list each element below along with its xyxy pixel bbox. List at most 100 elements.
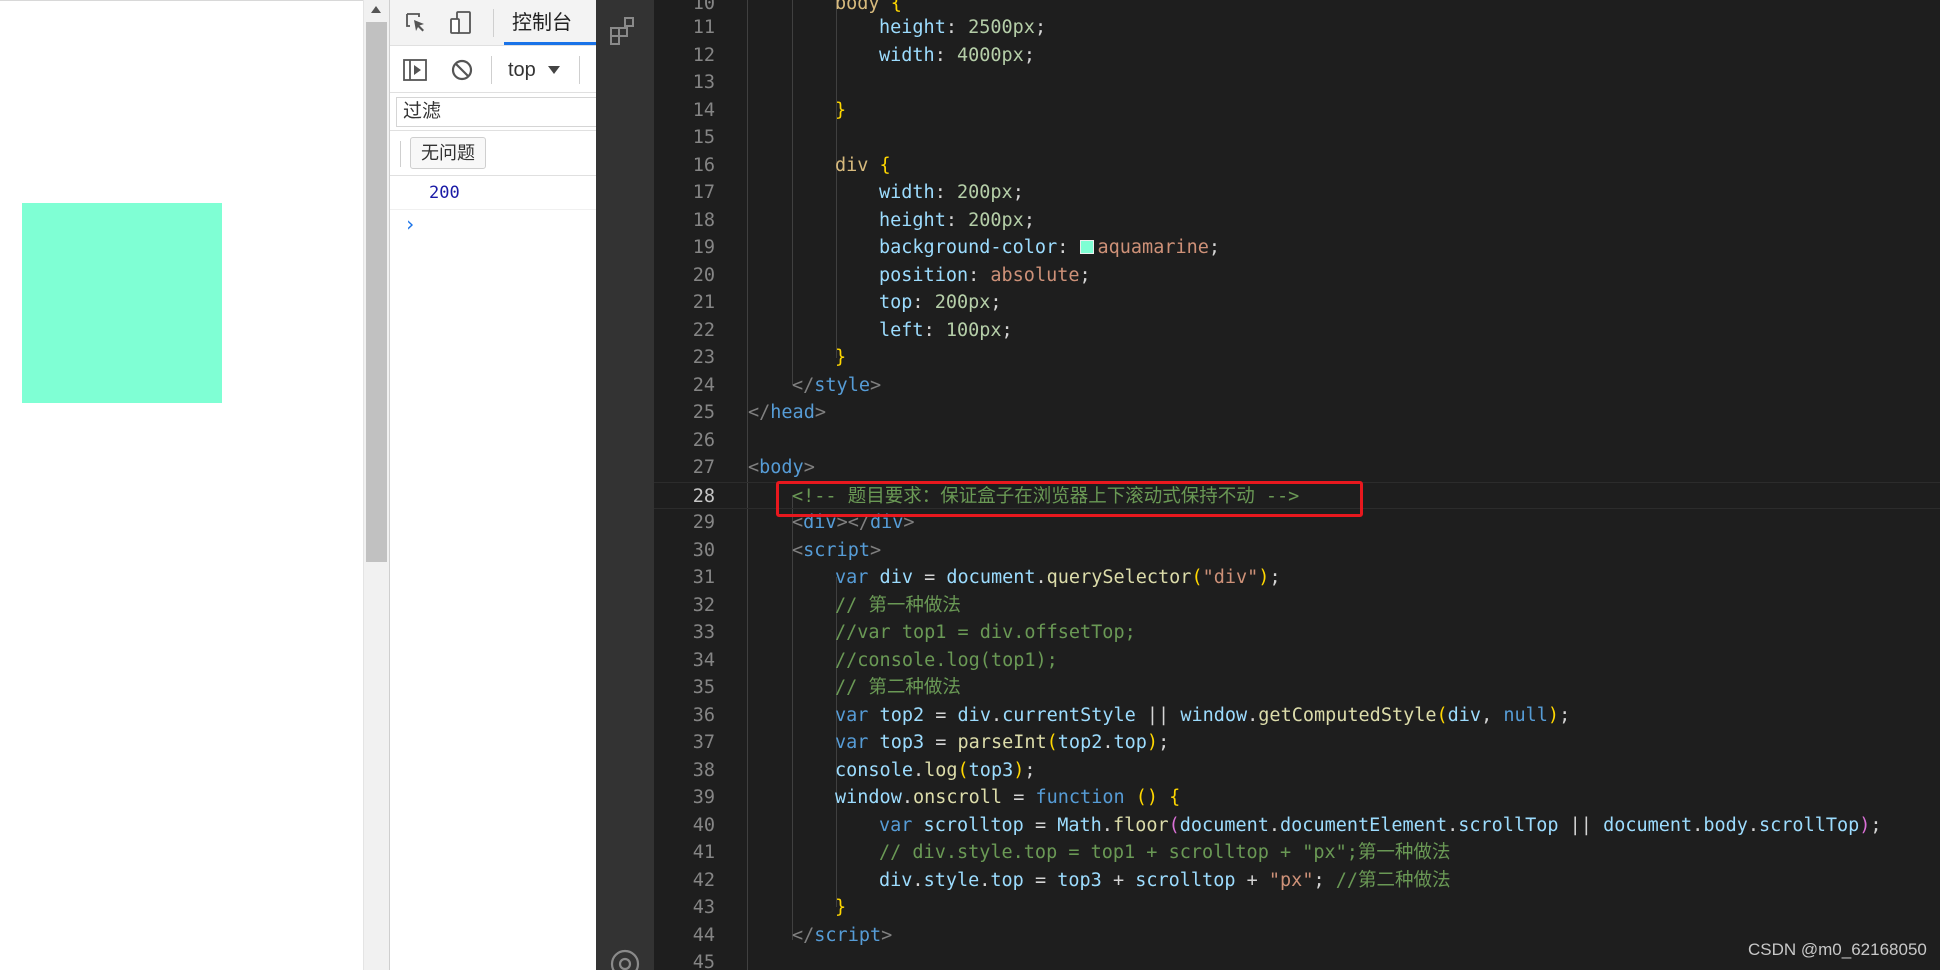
line-number: 26	[692, 429, 715, 451]
code-token: .	[901, 787, 913, 808]
chevron-down-icon[interactable]	[548, 66, 560, 74]
context-selector[interactable]: top	[508, 56, 536, 84]
inspect-element-icon[interactable]	[404, 11, 428, 35]
code-token: script	[803, 539, 870, 561]
code-token: (	[1191, 567, 1203, 588]
line-number: 19	[692, 237, 715, 258]
code-token: style	[923, 869, 980, 891]
line-number: 32	[692, 594, 715, 616]
code-token: floor	[1112, 814, 1169, 836]
code-token: .	[912, 759, 925, 781]
console-prompt[interactable]: ›	[390, 210, 596, 242]
line-number: 36	[692, 704, 715, 726]
code-token: ;	[1208, 237, 1221, 258]
tab-console[interactable]: 控制台	[504, 4, 596, 42]
code-token: scrollTop	[1759, 814, 1860, 836]
color-swatch-icon[interactable]	[1079, 240, 1094, 254]
code-token: .	[990, 704, 1003, 726]
code-token: body	[1703, 814, 1748, 836]
line-number: 34	[692, 649, 715, 671]
code-token: ||	[1558, 814, 1604, 836]
filter-input[interactable]: 过滤	[396, 97, 596, 127]
code-token: width	[879, 44, 935, 66]
code-line: 21 top: 200px;	[654, 289, 1940, 317]
code-token: ;	[1034, 17, 1047, 38]
page-scrollbar[interactable]	[363, 0, 389, 970]
line-number: 29	[692, 512, 715, 533]
line-number: 30	[692, 539, 715, 561]
code-token: top3	[968, 759, 1014, 781]
account-icon[interactable]	[609, 948, 641, 970]
sidebar-toggle-icon[interactable]	[402, 57, 428, 83]
code-line: 22 left: 100px;	[654, 317, 1940, 345]
code-token: parseInt	[957, 732, 1047, 753]
code-token: top3	[868, 732, 925, 753]
active-tab-indicator	[504, 42, 596, 45]
code-token: }	[835, 347, 847, 368]
code-token: ;	[1313, 869, 1336, 891]
code-token: >	[869, 539, 882, 561]
code-token: {	[879, 0, 902, 14]
code-token: </	[792, 374, 815, 396]
code-token: var	[835, 704, 869, 726]
code-token: div	[835, 154, 869, 176]
code-token: left	[879, 319, 924, 341]
code-token: <	[748, 457, 760, 478]
scrollbar-thumb[interactable]	[366, 22, 387, 562]
code-line: 36 var top2 = div.currentStyle || window.…	[654, 702, 1940, 730]
code-token: .	[979, 869, 991, 891]
line-number: 39	[692, 787, 715, 808]
code-token: window	[835, 787, 902, 808]
code-token: ;	[1559, 704, 1571, 726]
code-token: div	[1447, 704, 1482, 726]
code-token: >	[869, 374, 882, 396]
code-token: {	[868, 154, 891, 176]
code-token: ;	[1158, 732, 1170, 753]
code-token: 4000px	[956, 44, 1024, 66]
code-token: body	[835, 0, 880, 14]
code-token: absolute	[990, 264, 1080, 286]
clear-console-icon[interactable]	[450, 58, 474, 82]
code-line: 17 width: 200px;	[654, 179, 1940, 207]
code-token: .	[1247, 704, 1259, 726]
issues-button[interactable]: 无问题	[410, 137, 486, 169]
code-token: =	[924, 704, 958, 726]
line-number: 17	[692, 182, 715, 203]
code-token: :	[912, 292, 935, 313]
code-token: ()	[1135, 787, 1159, 808]
code-token: )	[1547, 704, 1560, 726]
code-token: :	[934, 44, 957, 66]
code-line: 41 // div.style.top = top1 + scrolltop + …	[654, 839, 1940, 867]
code-token: height	[879, 209, 946, 231]
scroll-up-arrow-icon[interactable]	[371, 6, 381, 13]
code-token: 2500px	[968, 17, 1035, 38]
code-token: 200px	[968, 209, 1024, 231]
code-line: 43}	[654, 894, 1940, 922]
code-token: +	[1101, 869, 1136, 891]
code-line: 30 <script>	[654, 537, 1940, 565]
code-token: Math	[1057, 814, 1102, 836]
code-line: 20 position: absolute;	[654, 262, 1940, 290]
code-token: style	[814, 374, 870, 396]
code-token: +	[1235, 869, 1269, 891]
code-token: scrolltop	[1135, 869, 1236, 891]
code-token: ||	[1135, 704, 1181, 726]
line-number: 20	[692, 264, 715, 286]
device-toggle-icon[interactable]	[448, 10, 474, 36]
code-token: .	[1102, 732, 1114, 753]
line-number: 33	[692, 622, 715, 643]
code-token: </	[792, 924, 815, 946]
code-token: "px"	[1268, 869, 1314, 891]
code-token: {	[1169, 787, 1181, 808]
extensions-icon[interactable]	[608, 14, 640, 46]
console-output-value: 200	[429, 183, 460, 203]
code-token: scrollTop	[1458, 814, 1559, 836]
code-token: </	[748, 402, 771, 423]
code-token: =	[1023, 814, 1058, 836]
code-token: =	[912, 567, 947, 588]
code-token: ;	[1001, 319, 1013, 341]
code-line: 15	[654, 124, 1940, 152]
code-token: ;	[1024, 759, 1036, 781]
aquamarine-box	[22, 203, 222, 403]
